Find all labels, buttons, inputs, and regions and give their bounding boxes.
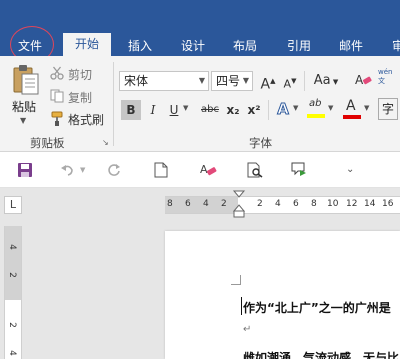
clear-formatting-icon[interactable]: A — [355, 70, 373, 90]
undo-icon[interactable] — [58, 161, 76, 179]
comment-icon[interactable] — [290, 161, 308, 179]
ruler-number: 12 — [346, 199, 358, 209]
tab-selector[interactable]: L — [4, 196, 22, 214]
ruler-number: 2 — [221, 199, 227, 209]
vruler-number: 2 — [6, 322, 17, 328]
tab-review[interactable]: 审 — [392, 37, 400, 56]
grow-font-button[interactable]: A▲ — [259, 71, 277, 93]
svg-text:A: A — [355, 73, 364, 87]
font-name-box[interactable]: 宋体 ▼ — [119, 71, 209, 91]
highlight-button[interactable]: ab — [305, 98, 327, 121]
superscript-button[interactable]: x² — [245, 100, 263, 120]
ruler-left-margin — [165, 197, 238, 213]
ruler-number: 4 — [275, 199, 281, 209]
tab-design[interactable]: 设计 — [181, 37, 205, 56]
horizontal-ruler[interactable]: 8 6 4 2 2 4 6 8 10 12 14 16 — [165, 196, 400, 214]
customize-qat-icon[interactable]: ⌄ — [346, 164, 354, 175]
chevron-down-icon[interactable]: ▼ — [243, 72, 249, 90]
document-text-line[interactable]: 雌如潮涌，气流动感，无与比 — [243, 349, 399, 359]
font-name-value: 宋体 — [124, 74, 149, 88]
shrink-font-button[interactable]: A▼ — [281, 71, 299, 91]
ruler-number: 2 — [257, 199, 263, 209]
group-separator — [113, 62, 114, 146]
document-page[interactable]: 作为“北上广”之一的广州是 ↵ 雌如潮涌，气流动感，无与比 — [165, 231, 400, 359]
vertical-ruler-margin — [5, 226, 21, 300]
cut-button[interactable]: 剪切 — [68, 66, 92, 83]
font-color-bar — [343, 115, 361, 119]
highlight-label: ab — [309, 98, 322, 109]
subscript-button[interactable]: x₂ — [224, 100, 242, 120]
undo-dropdown-icon[interactable]: ▼ — [80, 166, 85, 174]
vruler-number: 4 — [6, 244, 17, 250]
redo-icon[interactable] — [105, 161, 123, 179]
highlight-dropdown-icon[interactable]: ▼ — [328, 104, 333, 112]
underline-button[interactable]: U — [166, 100, 182, 120]
enclose-characters-icon[interactable]: 字 — [378, 98, 398, 120]
divider — [304, 71, 305, 91]
svg-text:A: A — [200, 163, 208, 176]
eraser-icon[interactable]: A — [200, 161, 218, 179]
vertical-ruler[interactable]: 4 2 2 4 — [4, 226, 22, 359]
text-cursor — [241, 297, 242, 315]
vruler-number: 4 — [6, 350, 17, 356]
tab-references[interactable]: 引用 — [287, 37, 311, 56]
format-painter-icon — [50, 111, 66, 127]
ruler-number: 8 — [167, 199, 173, 209]
ribbon-home: 粘贴 ▼ 剪切 复制 格式刷 剪贴板 ↘ 宋体 ▼ 四号 ▼ A▲ A▼ Aa … — [0, 56, 400, 152]
ruler-number: 4 — [203, 199, 209, 209]
document-area: 4 2 2 4 作为“北上广”之一的广州是 ↵ 雌如潮涌，气流动感，无与比 — [0, 218, 400, 359]
tab-insert[interactable]: 插入 — [128, 37, 152, 56]
ruler-number: 8 — [311, 199, 317, 209]
margin-corner-mark — [231, 275, 241, 285]
strikethrough-button[interactable]: abc — [197, 100, 223, 120]
ruler-number: 16 — [382, 199, 394, 209]
font-group-label: 字体 — [249, 136, 272, 150]
indent-marker-icon[interactable] — [232, 190, 246, 218]
ruler-number: 14 — [364, 199, 376, 209]
paste-button-label[interactable]: 粘贴 — [12, 98, 36, 115]
tab-layout[interactable]: 布局 — [233, 37, 257, 56]
copy-button[interactable]: 复制 — [68, 89, 92, 106]
tab-mailings[interactable]: 邮件 — [339, 37, 363, 56]
change-case-button[interactable]: Aa ▼ — [311, 71, 341, 91]
ruler-number: 6 — [185, 199, 191, 209]
ruler-number: 6 — [293, 199, 299, 209]
scissors-icon — [50, 66, 64, 80]
document-text-line[interactable]: 作为“北上广”之一的广州是 — [243, 299, 391, 316]
clipboard-group-label: 剪贴板 — [30, 136, 65, 150]
bold-button[interactable]: B — [121, 100, 141, 120]
ruler-row: L 8 6 4 2 2 4 6 8 10 12 14 16 — [0, 188, 400, 218]
ribbon-tab-bar: 文件 开始 插入 设计 布局 引用 邮件 审 — [0, 0, 400, 63]
font-color-label: A — [346, 98, 356, 114]
font-size-value: 四号 — [216, 74, 241, 88]
divider — [268, 100, 269, 120]
text-effects-dropdown-icon[interactable]: ▼ — [293, 104, 298, 112]
phonetic-guide-button[interactable]: wén 文 — [378, 68, 400, 92]
highlight-color-bar — [307, 114, 325, 118]
ruler-number: 10 — [327, 199, 339, 209]
italic-button[interactable]: I — [145, 100, 161, 120]
font-color-dropdown-icon[interactable]: ▼ — [364, 104, 369, 112]
paste-dropdown-icon[interactable]: ▼ — [20, 116, 26, 125]
new-document-icon[interactable] — [152, 161, 170, 179]
font-color-button[interactable]: A — [342, 98, 362, 121]
underline-dropdown-icon[interactable]: ▼ — [183, 104, 188, 112]
save-icon[interactable] — [16, 161, 34, 179]
clipboard-launcher-icon[interactable]: ↘ — [102, 138, 109, 147]
paragraph-mark: ↵ — [243, 324, 252, 335]
copy-icon — [50, 89, 64, 103]
tab-home[interactable]: 开始 — [63, 33, 112, 56]
tab-file[interactable]: 文件 — [18, 37, 42, 56]
vruler-number: 2 — [6, 272, 17, 278]
chevron-down-icon[interactable]: ▼ — [199, 72, 205, 90]
format-painter-button[interactable]: 格式刷 — [68, 111, 104, 128]
text-effects-button[interactable]: A — [274, 99, 292, 119]
font-size-box[interactable]: 四号 ▼ — [211, 71, 253, 91]
print-preview-icon[interactable] — [246, 161, 264, 179]
quick-access-toolbar: ▼ A ⌄ — [0, 152, 400, 188]
paste-icon[interactable] — [8, 64, 42, 96]
